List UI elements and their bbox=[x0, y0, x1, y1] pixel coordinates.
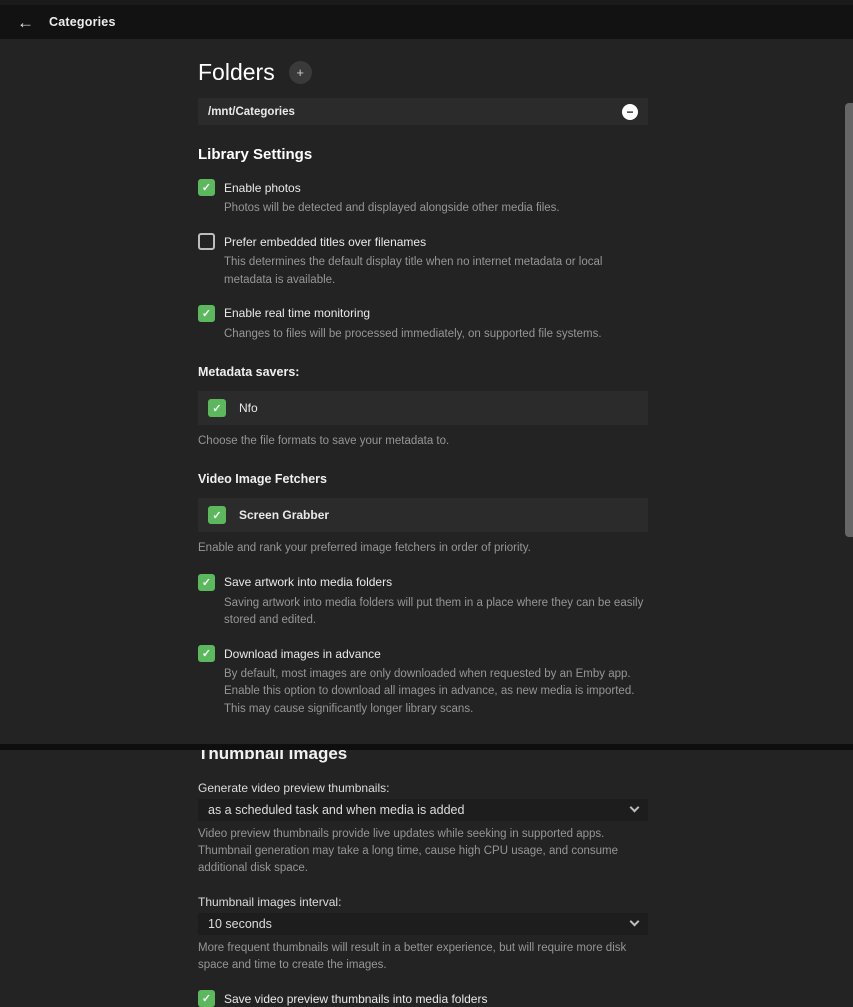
generate-thumbnails-help: Video preview thumbnails provide live up… bbox=[198, 826, 648, 878]
option-download-images-in-advance-row[interactable]: ✓ Download images in advance bbox=[198, 645, 648, 662]
metadata-saver-label: Nfo bbox=[239, 401, 258, 415]
save-artwork-checkbox[interactable]: ✓ bbox=[198, 574, 215, 591]
check-icon: ✓ bbox=[202, 307, 211, 320]
folder-path: /mnt/Categories bbox=[208, 106, 622, 118]
chevron-down-icon bbox=[630, 803, 640, 813]
folder-path-row: /mnt/Categories − bbox=[198, 98, 648, 125]
generate-thumbnails-field: Generate video preview thumbnails: as a … bbox=[198, 781, 648, 878]
option-enable-photos-row[interactable]: ✓ Enable photos bbox=[198, 179, 648, 196]
thumbnail-interval-help: More frequent thumbnails will result in … bbox=[198, 940, 648, 975]
video-image-fetchers-title: Video Image Fetchers bbox=[198, 472, 648, 486]
thumbnail-interval-field: Thumbnail images interval: 10 seconds Mo… bbox=[198, 895, 648, 975]
generate-thumbnails-label: Generate video preview thumbnails: bbox=[198, 781, 648, 795]
metadata-savers-help: Choose the file formats to save your met… bbox=[198, 433, 648, 450]
minus-icon: − bbox=[626, 106, 633, 118]
page-title: Categories bbox=[49, 15, 116, 29]
remove-folder-button[interactable]: − bbox=[622, 104, 638, 120]
option-label: Enable photos bbox=[224, 181, 301, 195]
option-label: Enable real time monitoring bbox=[224, 306, 370, 320]
option-description: By default, most images are only downloa… bbox=[224, 666, 648, 718]
check-icon: ✓ bbox=[202, 647, 211, 660]
library-settings-title: Library Settings bbox=[198, 146, 648, 163]
add-folder-button[interactable]: + bbox=[289, 61, 312, 84]
scrollbar[interactable] bbox=[845, 0, 853, 750]
chevron-down-icon bbox=[630, 917, 640, 927]
option-real-time-monitoring: ✓ Enable real time monitoring Changes to… bbox=[198, 305, 648, 343]
scrollbar-thumb[interactable] bbox=[845, 103, 853, 537]
selected-value: as a scheduled task and when media is ad… bbox=[208, 803, 631, 817]
metadata-saver-nfo[interactable]: ✓ Nfo bbox=[198, 391, 648, 425]
option-label: Save artwork into media folders bbox=[224, 575, 392, 589]
option-enable-photos: ✓ Enable photos Photos will be detected … bbox=[198, 179, 648, 217]
check-icon: ✓ bbox=[212, 402, 221, 415]
option-save-video-preview-thumbnails-row[interactable]: ✓ Save video preview thumbnails into med… bbox=[198, 990, 648, 1007]
nfo-checkbox[interactable]: ✓ bbox=[208, 399, 226, 417]
option-save-artwork-row[interactable]: ✓ Save artwork into media folders bbox=[198, 574, 648, 591]
enable-photos-checkbox[interactable]: ✓ bbox=[198, 179, 215, 196]
fetcher-label: Screen Grabber bbox=[239, 508, 329, 522]
plus-icon: + bbox=[296, 65, 304, 80]
thumbnail-interval-select[interactable]: 10 seconds bbox=[198, 913, 648, 935]
option-description: Changes to files will be processed immed… bbox=[224, 326, 648, 343]
check-icon: ✓ bbox=[212, 509, 221, 522]
option-prefer-embedded-titles-row[interactable]: Prefer embedded titles over filenames bbox=[198, 233, 648, 250]
option-description: This determines the default display titl… bbox=[224, 254, 648, 289]
check-icon: ✓ bbox=[202, 992, 211, 1005]
thumbnail-interval-label: Thumbnail images interval: bbox=[198, 895, 648, 909]
option-save-artwork: ✓ Save artwork into media folders Saving… bbox=[198, 574, 648, 630]
option-prefer-embedded-titles: Prefer embedded titles over filenames Th… bbox=[198, 233, 648, 289]
settings-content: Folders + /mnt/Categories − Library Sett… bbox=[198, 59, 648, 1007]
save-video-thumbnails-checkbox[interactable]: ✓ bbox=[198, 990, 215, 1007]
check-icon: ✓ bbox=[202, 181, 211, 194]
option-label: Save video preview thumbnails into media… bbox=[224, 992, 487, 1006]
prefer-embedded-titles-checkbox[interactable] bbox=[198, 233, 215, 250]
screen-grabber-checkbox[interactable]: ✓ bbox=[208, 506, 226, 524]
option-save-video-preview-thumbnails: ✓ Save video preview thumbnails into med… bbox=[198, 990, 648, 1007]
download-images-checkbox[interactable]: ✓ bbox=[198, 645, 215, 662]
app-bar: ← Categories bbox=[0, 5, 853, 39]
video-image-fetchers-help: Enable and rank your preferred image fet… bbox=[198, 540, 648, 557]
metadata-savers-label: Metadata savers: bbox=[198, 365, 648, 379]
option-description: Saving artwork into media folders will p… bbox=[224, 595, 648, 630]
back-arrow-icon[interactable]: ← bbox=[17, 14, 34, 31]
folders-title: Folders bbox=[198, 59, 275, 86]
fetcher-screen-grabber[interactable]: ✓ Screen Grabber bbox=[198, 498, 648, 532]
generate-thumbnails-select[interactable]: as a scheduled task and when media is ad… bbox=[198, 799, 648, 821]
option-label: Download images in advance bbox=[224, 647, 381, 661]
real-time-monitoring-checkbox[interactable]: ✓ bbox=[198, 305, 215, 322]
option-label: Prefer embedded titles over filenames bbox=[224, 235, 426, 249]
folders-header: Folders + bbox=[198, 59, 648, 86]
option-download-images-in-advance: ✓ Download images in advance By default,… bbox=[198, 645, 648, 718]
selected-value: 10 seconds bbox=[208, 917, 631, 931]
option-real-time-monitoring-row[interactable]: ✓ Enable real time monitoring bbox=[198, 305, 648, 322]
check-icon: ✓ bbox=[202, 576, 211, 589]
bottom-edge-strip bbox=[0, 744, 853, 750]
option-description: Photos will be detected and displayed al… bbox=[224, 200, 648, 217]
